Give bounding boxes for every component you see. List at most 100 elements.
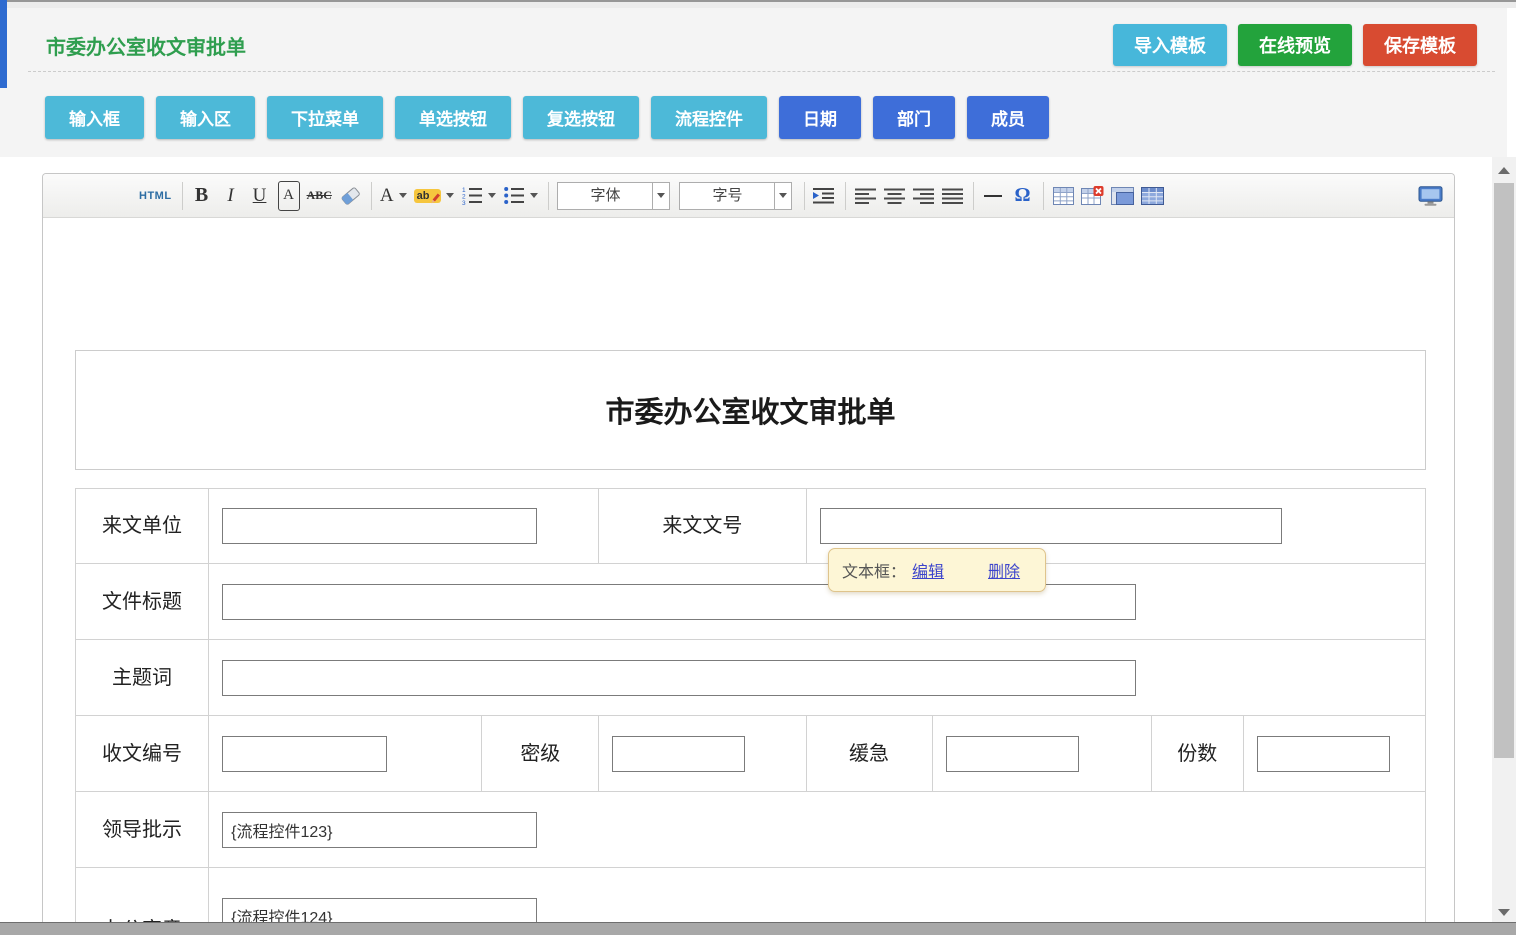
top-panel: 市委办公室收文审批单 导入模板 在线预览 保存模板 输入框 输入区 下拉菜单 单… [0, 8, 1507, 157]
ordered-list-icon[interactable]: 123 [461, 181, 496, 211]
align-left-icon[interactable] [854, 181, 876, 211]
tooltip-type-label: 文本框： [842, 558, 906, 582]
align-right-icon[interactable] [912, 181, 934, 211]
scrollbar-up-icon[interactable] [1492, 159, 1516, 181]
bottom-edge-strip [0, 922, 1516, 935]
copies-label-cell: 份数 [1151, 716, 1243, 792]
security-input-cell [599, 716, 806, 792]
toolbar-separator [371, 182, 372, 210]
char-border-icon[interactable]: A [278, 181, 300, 211]
toolbar-separator [804, 182, 805, 210]
doc-number-label-cell: 来文文号 [599, 489, 806, 564]
svg-text:3: 3 [462, 200, 466, 205]
subject-label: 主题词 [112, 665, 172, 691]
receipt-no-label-cell: 收文编号 [76, 716, 209, 792]
dropdown-caret-icon [530, 193, 538, 198]
align-justify-icon[interactable] [941, 181, 963, 211]
table-row: 主题词 [76, 640, 1426, 716]
font-family-caret-button[interactable] [652, 183, 669, 209]
form-title: 市委办公室收文审批单 [605, 389, 895, 431]
indent-icon[interactable] [813, 181, 835, 211]
toolbox-radio-button[interactable]: 单选按钮 [395, 96, 511, 139]
security-input[interactable] [612, 736, 745, 772]
font-size-label: 字号 [680, 183, 774, 209]
fullscreen-icon[interactable] [1418, 181, 1443, 211]
urgency-input-cell [932, 716, 1151, 792]
subject-input-cell [209, 640, 1426, 716]
doc-title-input-cell [209, 564, 1426, 640]
pencil-icon [429, 193, 441, 206]
tooltip-delete-link[interactable]: 删除 [988, 558, 1020, 582]
eraser-icon[interactable] [339, 181, 361, 211]
editor-document: 市委办公室收文审批单 来文单位 来文文号 文件标题 主题词 收文 [43, 218, 1454, 935]
leader-note-input[interactable] [222, 812, 537, 848]
source-unit-label-cell: 来文单位 [76, 489, 209, 564]
table-row: 领导批示 [76, 792, 1426, 868]
toolbox-input-area-button[interactable]: 输入区 [156, 96, 255, 139]
rich-text-editor: HTML B I U A ABC A ab 123 字体 字号 [42, 173, 1455, 935]
dropdown-caret-icon [488, 193, 496, 198]
doc-number-input[interactable] [820, 508, 1282, 544]
doc-title-label: 文件标题 [102, 589, 182, 615]
subject-input[interactable] [222, 660, 1136, 696]
dropdown-caret-icon [657, 193, 665, 198]
online-preview-button[interactable]: 在线预览 [1238, 24, 1352, 66]
unordered-list-icon[interactable] [503, 181, 538, 211]
toolbox-member-button[interactable]: 成员 [967, 96, 1049, 139]
copies-input[interactable] [1257, 736, 1390, 772]
source-unit-label: 来文单位 [102, 513, 182, 539]
security-label: 密级 [520, 741, 560, 767]
panel-heading: 市委办公室收文审批单 导入模板 在线预览 保存模板 [28, 8, 1495, 72]
tooltip-edit-link[interactable]: 编辑 [912, 558, 944, 582]
copies-label: 份数 [1177, 741, 1217, 767]
save-template-button[interactable]: 保存模板 [1363, 24, 1477, 66]
form-title-box: 市委办公室收文审批单 [75, 350, 1426, 470]
underline-icon[interactable]: U [249, 181, 271, 211]
receipt-no-input-cell [209, 716, 482, 792]
toolbox-department-button[interactable]: 部门 [873, 96, 955, 139]
scrollbar-down-icon[interactable] [1492, 901, 1516, 923]
urgency-input[interactable] [946, 736, 1079, 772]
urgency-label-cell: 缓急 [806, 716, 932, 792]
vertical-scrollbar[interactable] [1492, 157, 1516, 935]
editor-toolbar: HTML B I U A ABC A ab 123 字体 字号 [43, 174, 1454, 218]
copies-input-cell [1243, 716, 1425, 792]
table-row: 文件标题 [76, 564, 1426, 640]
highlight-label: ab [417, 190, 430, 202]
scrollbar-thumb[interactable] [1494, 183, 1514, 758]
merge-cell-icon[interactable] [1111, 181, 1134, 211]
control-tooltip: 文本框： 编辑 删除 [828, 548, 1046, 592]
highlight-icon[interactable]: ab [414, 181, 455, 211]
font-size-select[interactable]: 字号 [679, 182, 792, 210]
toolbox-dropdown-button[interactable]: 下拉菜单 [267, 96, 383, 139]
control-toolbox: 输入框 输入区 下拉菜单 单选按钮 复选按钮 流程控件 日期 部门 成员 [0, 72, 1507, 139]
html-source-icon[interactable]: HTML [139, 181, 172, 211]
html-source-label: HTML [139, 190, 172, 202]
import-template-button[interactable]: 导入模板 [1113, 24, 1227, 66]
font-color-icon[interactable]: A [380, 181, 407, 211]
source-unit-input[interactable] [222, 508, 537, 544]
delete-table-icon[interactable] [1081, 181, 1104, 211]
toolbox-input-box-button[interactable]: 输入框 [45, 96, 144, 139]
insert-table-icon[interactable] [1052, 181, 1074, 211]
align-center-icon[interactable] [883, 181, 905, 211]
toolbar-separator [182, 182, 183, 210]
special-char-icon[interactable]: Ω [1011, 181, 1033, 211]
triangle-down [1498, 909, 1510, 916]
font-family-select[interactable]: 字体 [557, 182, 670, 210]
horizontal-rule-icon[interactable] [982, 181, 1004, 211]
doc-title-label-cell: 文件标题 [76, 564, 209, 640]
toolbar-separator [845, 182, 846, 210]
toolbox-flow-control-button[interactable]: 流程控件 [651, 96, 767, 139]
italic-icon[interactable]: I [220, 181, 242, 211]
font-size-caret-button[interactable] [774, 183, 791, 209]
header-actions: 导入模板 在线预览 保存模板 [1113, 24, 1477, 66]
toolbox-date-button[interactable]: 日期 [779, 96, 861, 139]
table-props-icon[interactable] [1141, 181, 1164, 211]
top-border [0, 0, 1516, 2]
strikethrough-icon[interactable]: ABC [307, 181, 332, 211]
receipt-no-input[interactable] [222, 736, 387, 772]
left-accent-strip [0, 0, 7, 88]
bold-icon[interactable]: B [191, 181, 213, 211]
toolbox-checkbox-button[interactable]: 复选按钮 [523, 96, 639, 139]
